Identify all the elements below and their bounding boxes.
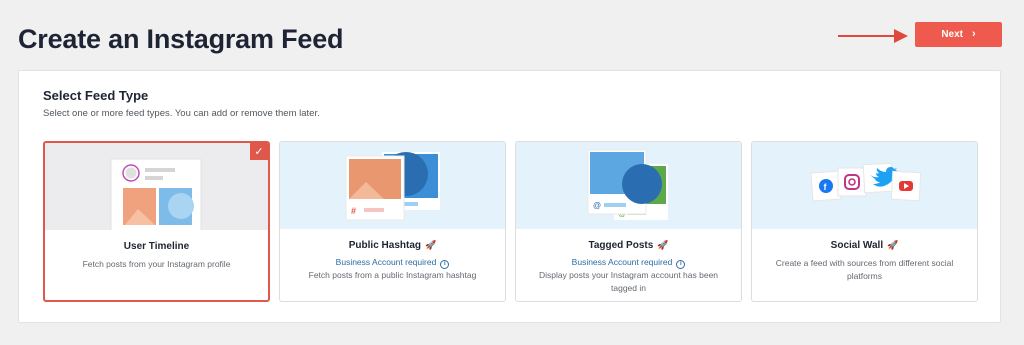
card-title: Social Wall (830, 240, 884, 251)
feed-type-card-public-hashtag[interactable]: # Public Hashtag 🚀 Business Account requi… (279, 141, 506, 302)
facebook-icon: f (810, 170, 842, 202)
card-description: Fetch posts from your Instagram profile (82, 259, 231, 269)
rocket-icon: 🚀 (887, 240, 899, 250)
card-description: Create a feed with sources from differen… (775, 258, 954, 281)
feed-type-card-social-wall[interactable]: f Social Wall 🚀 Create a feed with sourc… (751, 141, 978, 302)
business-account-required[interactable]: Business Account required i (280, 257, 505, 269)
next-button[interactable]: Next › (915, 22, 1002, 47)
card-title: User Timeline (123, 241, 190, 252)
panel-subtitle: Select one or more feed types. You can a… (43, 108, 320, 119)
card-description: Display posts your Instagram account has… (538, 270, 719, 293)
panel-title: Select Feed Type (43, 88, 149, 103)
info-icon[interactable]: i (440, 260, 450, 269)
requirement-label: Business Account required (335, 257, 437, 267)
tagged-posts-illustration: @ @ (516, 142, 741, 229)
svg-text:#: # (351, 206, 356, 216)
rocket-icon: 🚀 (657, 240, 669, 250)
svg-text:@: @ (593, 201, 601, 210)
info-icon[interactable]: i (676, 260, 686, 269)
business-account-required[interactable]: Business Account required i (516, 257, 741, 269)
card-title: Public Hashtag (348, 240, 422, 251)
rocket-icon: 🚀 (425, 240, 437, 250)
card-title: Tagged Posts (588, 240, 654, 251)
chevron-right-icon: › (972, 28, 976, 40)
youtube-icon (890, 170, 922, 202)
page-title: Create an Instagram Feed (18, 24, 344, 54)
social-wall-illustration: f (752, 142, 977, 229)
user-timeline-illustration (45, 143, 268, 234)
feed-type-card-tagged-posts[interactable]: @ @ Tagged Posts🚀 Business Account requi… (515, 141, 742, 302)
next-button-label: Next (941, 29, 963, 40)
feed-type-panel: Select Feed Type Select one or more feed… (18, 70, 1001, 323)
public-hashtag-illustration: # (280, 142, 505, 229)
instagram-icon (837, 167, 867, 197)
feed-type-card-user-timeline[interactable]: ✓ User Timeline Fetch posts from your In… (43, 141, 270, 302)
selected-check-icon: ✓ (250, 143, 268, 160)
arrow-right-icon (838, 29, 908, 43)
requirement-label: Business Account required (571, 257, 673, 267)
card-description: Fetch posts from a public Instagram hash… (308, 270, 477, 280)
